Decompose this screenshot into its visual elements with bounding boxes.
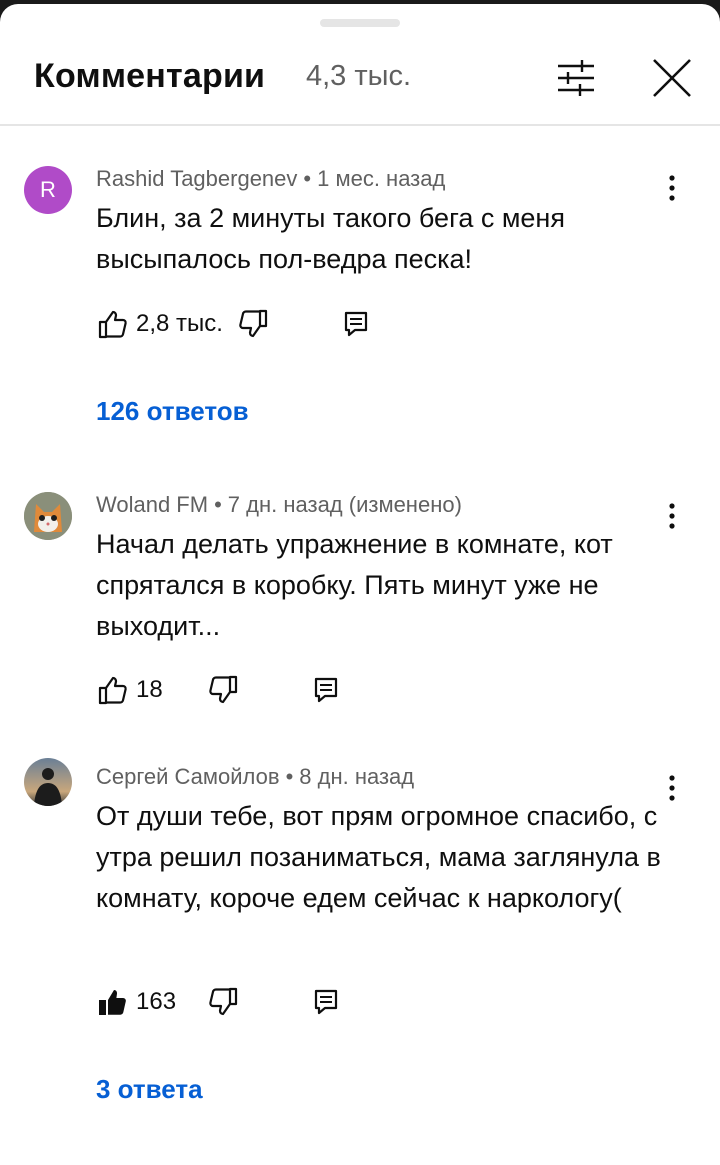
comment-author[interactable]: Rashid Tagbergenev	[96, 166, 297, 191]
close-icon	[653, 59, 691, 97]
dislike-button[interactable]	[238, 304, 278, 344]
comment-actions: 18	[96, 670, 416, 710]
thumb-down-icon	[209, 987, 238, 1016]
thumb-up-icon	[98, 310, 127, 339]
thumb-down-icon	[239, 309, 268, 338]
dislike-button[interactable]	[208, 982, 248, 1022]
page-title: Комментарии	[34, 57, 266, 95]
thumb-up-filled-icon	[99, 990, 126, 1015]
like-button[interactable]: 163	[96, 982, 176, 1022]
filter-button[interactable]	[552, 54, 600, 102]
like-count: 2,8 тыс.	[136, 310, 223, 337]
comment-text: От души тебе, вот прям огромное спасибо,…	[96, 801, 661, 913]
avatar[interactable]: R	[24, 166, 72, 214]
comment-meta: Сергей Самойлов • 8 дн. назад	[96, 764, 415, 789]
reply-comment-icon	[314, 677, 338, 703]
like-button[interactable]: 18	[96, 670, 163, 710]
thumb-down-icon	[209, 675, 238, 704]
reply-button[interactable]	[310, 670, 350, 710]
avatar[interactable]	[24, 492, 72, 540]
reply-comment-icon	[314, 989, 338, 1015]
person-avatar-image	[24, 758, 72, 806]
comment-text: Блин, за 2 минуты такого бега с меня выс…	[96, 203, 565, 274]
comment-meta: Rashid Tagbergenev • 1 мес. назад	[96, 166, 446, 191]
header-divider	[0, 124, 720, 126]
comments-header: Комментарии 4,3 тыс.	[0, 4, 720, 124]
sliders-icon	[558, 60, 594, 96]
comment-author[interactable]: Woland FM	[96, 492, 208, 517]
comment-time: 7 дн. назад (изменено)	[227, 492, 462, 517]
reply-button[interactable]	[340, 304, 380, 344]
reply-comment-icon	[344, 311, 368, 337]
comment-item: Woland FM • 7 дн. назад (изменено) Начал д…	[0, 480, 720, 710]
like-count: 18	[136, 676, 163, 703]
comment-time: 8 дн. назад	[299, 764, 415, 789]
comment-item: Сергей Самойлов • 8 дн. назад От души тебе…	[0, 752, 720, 1152]
comment-time: 1 мес. назад	[317, 166, 446, 191]
cat-avatar-image	[24, 492, 72, 540]
comments-sheet: Комментарии 4,3 тыс. R Rashid Tagbergene…	[0, 4, 720, 1165]
dislike-button[interactable]	[208, 670, 248, 710]
comment-text: Начал делать упражнение в комнате, кот с…	[96, 529, 613, 641]
close-button[interactable]	[650, 56, 694, 100]
comments-count: 4,3 тыс.	[306, 60, 412, 92]
replies-link[interactable]: 3 ответа	[96, 1074, 203, 1105]
comment-actions: 2,8 тыс.	[96, 304, 416, 344]
comment-meta: Woland FM • 7 дн. назад (изменено)	[96, 492, 462, 517]
like-button[interactable]: 2,8 тыс.	[96, 304, 223, 344]
avatar[interactable]	[24, 758, 72, 806]
thumb-up-icon	[98, 676, 127, 705]
comment-item: R Rashid Tagbergenev • 1 мес. назад Блин, …	[0, 154, 720, 444]
like-count: 163	[136, 988, 177, 1015]
comment-author[interactable]: Сергей Самойлов	[96, 764, 280, 789]
comment-actions: 163	[96, 982, 416, 1022]
replies-link[interactable]: 126 ответов	[96, 396, 249, 427]
reply-button[interactable]	[310, 982, 350, 1022]
